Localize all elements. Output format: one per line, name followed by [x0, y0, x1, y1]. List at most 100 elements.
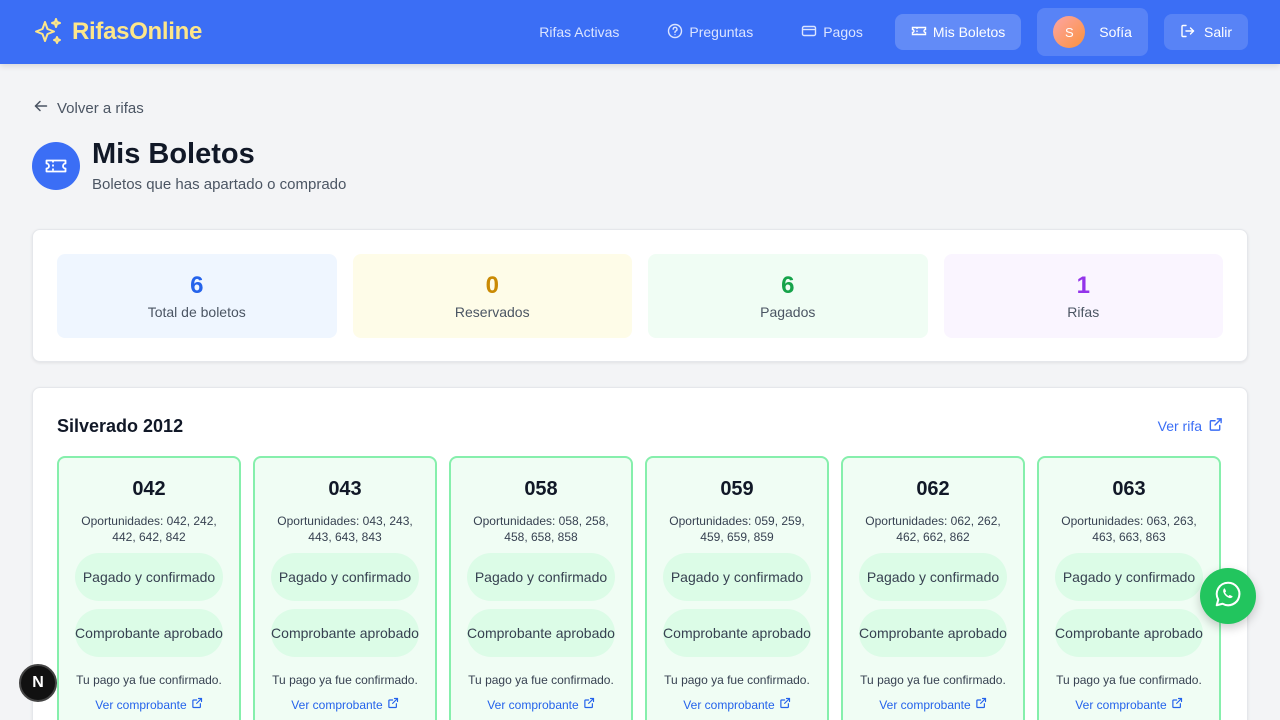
sparkles-icon	[32, 16, 64, 48]
payment-status-badge: Pagado y confirmado	[271, 553, 419, 601]
receipt-status-badge: Comprobante aprobado	[859, 609, 1007, 657]
payment-status-badge: Pagado y confirmado	[75, 553, 223, 601]
payment-status-badge: Pagado y confirmado	[663, 553, 811, 601]
ticket-card: 058 Oportunidades: 058, 258, 458, 658, 8…	[449, 456, 633, 720]
back-link-label: Volver a rifas	[57, 99, 144, 117]
nav-links: Rifas Activas Preguntas Pagos Mis Boleto…	[523, 8, 1248, 56]
external-link-icon	[779, 697, 791, 712]
view-raffle-label: Ver rifa	[1157, 418, 1202, 434]
stat-value: 0	[485, 272, 499, 299]
nav-pagos[interactable]: Pagos	[785, 14, 879, 50]
nav-rifas-activas[interactable]: Rifas Activas	[523, 14, 635, 50]
view-receipt-link[interactable]: Ver comprobante	[1075, 697, 1182, 712]
user-name: Sofía	[1099, 24, 1132, 40]
header-text: Mis Boletos Boletos que has apartado o c…	[92, 138, 347, 194]
view-receipt-label: Ver comprobante	[487, 697, 579, 712]
external-link-icon	[975, 697, 987, 712]
view-receipt-link[interactable]: Ver comprobante	[879, 697, 986, 712]
receipt-status-badge: Comprobante aprobado	[75, 609, 223, 657]
question-circle-icon	[667, 23, 683, 42]
ticket-card: 059 Oportunidades: 059, 259, 459, 659, 8…	[645, 456, 829, 720]
ticket-card: 062 Oportunidades: 062, 262, 462, 662, 8…	[841, 456, 1025, 720]
stat-total: 6 Total de boletos	[57, 254, 337, 338]
receipt-status-badge: Comprobante aprobado	[1055, 609, 1203, 657]
external-link-icon	[387, 697, 399, 712]
logout-icon	[1180, 23, 1196, 42]
ticket-opportunities: Oportunidades: 042, 242, 442, 642, 842	[81, 514, 217, 544]
ticket-card: 043 Oportunidades: 043, 243, 443, 643, 8…	[253, 456, 437, 720]
ticket-grid: 042 Oportunidades: 042, 242, 442, 642, 8…	[57, 456, 1223, 720]
view-receipt-link[interactable]: Ver comprobante	[95, 697, 202, 712]
stat-reservados: 0 Reservados	[352, 254, 632, 338]
payment-status-badge: Pagado y confirmado	[467, 553, 615, 601]
logout-label: Salir	[1203, 24, 1232, 40]
stat-pagados: 6 Pagados	[648, 254, 928, 338]
ticket-number: 063	[1112, 478, 1146, 500]
page-subtitle: Boletos que has apartado o comprado	[92, 176, 347, 193]
raffle-header: Silverado 2012 Ver rifa	[57, 412, 1223, 440]
page-header: Mis Boletos Boletos que has apartado o c…	[32, 140, 346, 193]
stat-label: Pagados	[760, 304, 816, 320]
stats-card: 6 Total de boletos 0 Reservados 6 Pagado…	[32, 229, 1248, 362]
ticket-number: 058	[524, 478, 558, 500]
ticket-card: 042 Oportunidades: 042, 242, 442, 642, 8…	[57, 456, 241, 720]
ticket-note: Tu pago ya fue confirmado.	[76, 673, 222, 687]
page-title: Mis Boletos	[92, 138, 255, 170]
view-receipt-link[interactable]: Ver comprobante	[291, 697, 398, 712]
view-receipt-label: Ver comprobante	[291, 697, 383, 712]
ticket-opportunities: Oportunidades: 058, 258, 458, 658, 858	[473, 514, 609, 544]
brand[interactable]: RifasOnline	[32, 16, 202, 48]
nav-mis-boletos[interactable]: Mis Boletos	[894, 14, 1022, 50]
whatsapp-icon	[1213, 579, 1243, 614]
external-link-icon	[1208, 417, 1223, 435]
ticket-number: 062	[916, 478, 950, 500]
ticket-icon	[32, 142, 80, 190]
view-receipt-link[interactable]: Ver comprobante	[487, 697, 594, 712]
nav-rifas-activas-label: Rifas Activas	[539, 24, 620, 40]
ticket-note: Tu pago ya fue confirmado.	[1056, 673, 1202, 687]
receipt-status-badge: Comprobante aprobado	[271, 609, 419, 657]
stat-value: 1	[1076, 272, 1090, 299]
view-receipt-label: Ver comprobante	[95, 697, 187, 712]
ticket-number: 043	[328, 478, 362, 500]
arrow-left-icon	[33, 98, 49, 118]
stat-value: 6	[190, 272, 204, 299]
ticket-number: 042	[132, 478, 166, 500]
nav-mis-boletos-label: Mis Boletos	[932, 24, 1006, 40]
user-menu[interactable]: S Sofía	[1037, 8, 1148, 56]
ticket-note: Tu pago ya fue confirmado.	[468, 673, 614, 687]
view-receipt-label: Ver comprobante	[1075, 697, 1167, 712]
raffle-name: Silverado 2012	[57, 415, 184, 436]
back-link[interactable]: Volver a rifas	[33, 98, 144, 118]
ticket-note: Tu pago ya fue confirmado.	[860, 673, 1006, 687]
whatsapp-button[interactable]	[1200, 568, 1256, 624]
dev-tools-badge[interactable]: N	[19, 664, 57, 702]
raffle-card: Silverado 2012 Ver rifa 042 Oportunidade…	[32, 387, 1248, 720]
ticket-icon	[911, 23, 927, 42]
nav-pagos-label: Pagos	[823, 24, 863, 40]
brand-name: RifasOnline	[72, 18, 203, 45]
ticket-opportunities: Oportunidades: 063, 263, 463, 663, 863	[1061, 514, 1197, 544]
stat-label: Rifas	[1067, 304, 1100, 320]
nav-preguntas[interactable]: Preguntas	[651, 14, 769, 50]
external-link-icon	[583, 697, 595, 712]
ticket-opportunities: Oportunidades: 043, 243, 443, 643, 843	[277, 514, 413, 544]
ticket-opportunities: Oportunidades: 059, 259, 459, 659, 859	[669, 514, 805, 544]
view-raffle-link[interactable]: Ver rifa	[1158, 417, 1223, 435]
ticket-opportunities: Oportunidades: 062, 262, 462, 662, 862	[865, 514, 1001, 544]
avatar: S	[1053, 16, 1086, 48]
logout-button[interactable]: Salir	[1163, 14, 1248, 50]
ticket-note: Tu pago ya fue confirmado.	[664, 673, 810, 687]
ticket-number: 059	[720, 478, 754, 500]
view-receipt-label: Ver comprobante	[683, 697, 775, 712]
receipt-status-badge: Comprobante aprobado	[663, 609, 811, 657]
stat-rifas: 1 Rifas	[943, 254, 1223, 338]
ticket-card: 063 Oportunidades: 063, 263, 463, 663, 8…	[1037, 456, 1221, 720]
payment-status-badge: Pagado y confirmado	[1055, 553, 1203, 601]
payment-status-badge: Pagado y confirmado	[859, 553, 1007, 601]
external-link-icon	[1171, 697, 1183, 712]
stat-label: Total de boletos	[147, 304, 246, 320]
receipt-status-badge: Comprobante aprobado	[467, 609, 615, 657]
credit-card-icon	[801, 23, 817, 42]
view-receipt-link[interactable]: Ver comprobante	[683, 697, 790, 712]
